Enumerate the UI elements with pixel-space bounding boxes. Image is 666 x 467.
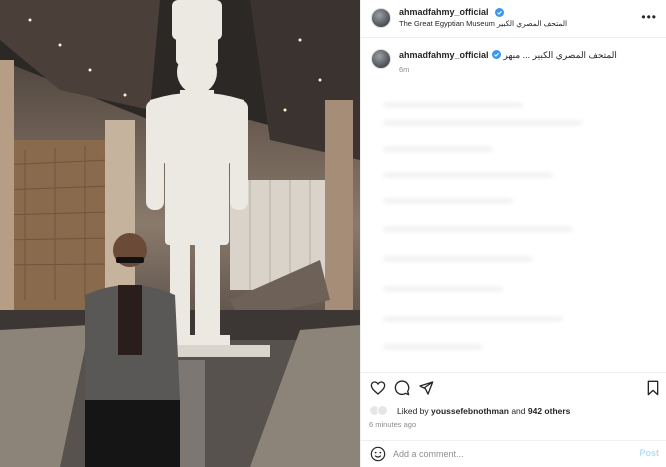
author-username[interactable]: ahmadfahmy_official: [399, 7, 489, 17]
comment-bar: Post: [361, 440, 666, 467]
caption-username[interactable]: ahmadfahmy_official: [399, 50, 489, 60]
post-actions-bar: [361, 372, 666, 402]
caption-line: ahmadfahmy_official المتحف المصري الكبير …: [399, 50, 617, 61]
comment-input[interactable]: [393, 447, 613, 461]
author-avatar[interactable]: [371, 8, 391, 28]
verified-badge-icon: [495, 8, 504, 17]
post-timestamp: 6 minutes ago: [369, 420, 417, 429]
post-side-panel: ahmadfahmy_official The Great Egyptian M…: [360, 0, 666, 467]
caption-text: المتحف المصري الكبير ... مبهر: [503, 50, 617, 60]
post-photo[interactable]: [0, 0, 360, 467]
heart-icon[interactable]: [370, 380, 386, 396]
post-comment-button[interactable]: Post: [639, 448, 659, 458]
liker-avatar: [377, 405, 388, 416]
likes-text: Liked by youssefebnothman and 942 others: [397, 406, 571, 416]
caption-avatar[interactable]: [371, 49, 391, 69]
bookmark-icon[interactable]: [645, 380, 661, 396]
verified-badge-icon: [491, 50, 501, 59]
paper-plane-icon[interactable]: [418, 380, 434, 396]
liker-username[interactable]: youssefebnothman: [431, 406, 509, 416]
caption-timestamp: 6m: [399, 65, 410, 74]
instagram-post-modal: ahmadfahmy_official The Great Egyptian M…: [0, 0, 666, 467]
likes-count[interactable]: 942 others: [528, 406, 571, 416]
emoji-icon[interactable]: [370, 446, 386, 462]
museum-statue-photo: [0, 0, 360, 467]
comment-bubble-icon[interactable]: [394, 380, 410, 396]
more-options-button[interactable]: •••: [641, 10, 657, 24]
post-location[interactable]: The Great Egyptian Museum المتحف المصري …: [399, 19, 567, 28]
post-header: ahmadfahmy_official The Great Egyptian M…: [361, 0, 666, 38]
